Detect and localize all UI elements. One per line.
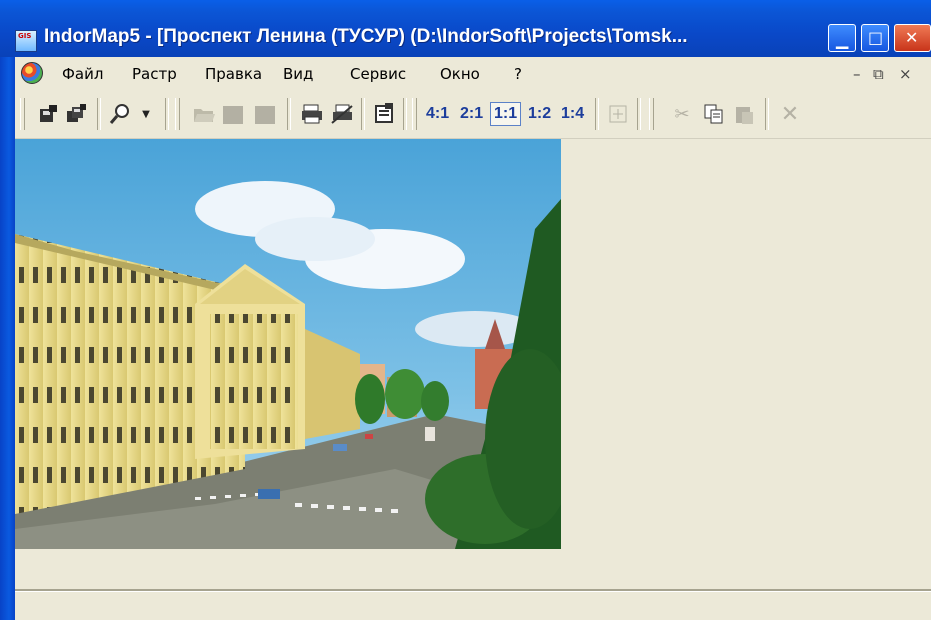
raster-image[interactable] xyxy=(15,139,561,549)
menu-file[interactable]: Файл xyxy=(62,65,103,83)
menu-edit[interactable]: Правка xyxy=(205,65,262,83)
minimize-button[interactable]: ▁ xyxy=(828,24,856,52)
toolbar-separator xyxy=(165,98,169,130)
print-setup-icon[interactable] xyxy=(329,101,355,127)
toolbar-separator xyxy=(637,98,641,130)
toolbar-separator xyxy=(287,98,291,130)
app-icon[interactable]: GIS xyxy=(15,30,37,52)
toolbar-separator xyxy=(595,98,599,130)
cut-icon[interactable]: ✂ xyxy=(669,101,695,127)
maximize-button[interactable]: □ xyxy=(861,24,889,52)
document-area xyxy=(15,139,931,589)
save-layer-icon[interactable] xyxy=(35,101,61,127)
print-icon[interactable] xyxy=(299,101,325,127)
paste-icon[interactable] xyxy=(731,101,757,127)
toolbar-separator xyxy=(97,98,101,130)
menu-bar: Файл Растр Правка Вид Сервис Окно ? – ⧉ … xyxy=(15,57,931,92)
window-title: IndorMap5 - [Проспект Ленина (ТУСУР) (D:… xyxy=(44,26,688,47)
toolbar-grip[interactable] xyxy=(175,98,180,130)
open-folder-icon[interactable] xyxy=(191,101,217,127)
document-icon[interactable] xyxy=(21,62,43,84)
close-icon: ✕ xyxy=(905,28,919,47)
zoom-1-2-button[interactable]: 1:2 xyxy=(525,103,554,125)
mdi-minimize-icon[interactable]: – xyxy=(853,65,861,83)
toolbar-separator xyxy=(765,98,769,130)
menu-raster[interactable]: Растр xyxy=(132,65,177,83)
magnify-icon[interactable] xyxy=(107,101,133,127)
status-bar xyxy=(15,591,931,620)
toolbar-separator xyxy=(403,98,407,130)
properties-icon[interactable] xyxy=(371,101,397,127)
minimize-icon: ▁ xyxy=(836,30,849,49)
fit-window-icon[interactable] xyxy=(605,101,631,127)
menu-service[interactable]: Сервис xyxy=(350,65,406,83)
toolbar-grip[interactable] xyxy=(649,98,654,130)
zoom-4-1-button[interactable]: 4:1 xyxy=(423,103,452,125)
maximize-icon: □ xyxy=(868,28,884,47)
zoom-1-1-button[interactable]: 1:1 xyxy=(490,102,522,126)
mdi-restore-icon[interactable]: ⧉ xyxy=(873,65,884,83)
toolbar-grip[interactable] xyxy=(20,98,25,130)
layer-block-icon[interactable] xyxy=(255,106,275,124)
toolbar: ▼ 4:1 2:1 1:1 1:2 1:4 ✂ ✕ xyxy=(15,92,931,139)
save-all-icon[interactable] xyxy=(63,101,89,127)
toolbar-grip[interactable] xyxy=(412,98,417,130)
menu-window[interactable]: Окно xyxy=(440,65,480,83)
menu-view[interactable]: Вид xyxy=(283,65,313,83)
close-button[interactable]: ✕ xyxy=(894,24,931,52)
window-left-frame xyxy=(0,57,15,620)
zoom-2-1-button[interactable]: 2:1 xyxy=(457,103,486,125)
chevron-down-icon[interactable]: ▼ xyxy=(133,101,159,127)
menu-help[interactable]: ? xyxy=(514,65,522,83)
copy-icon[interactable] xyxy=(701,101,727,127)
toolbar-separator xyxy=(361,98,365,130)
mdi-close-icon[interactable]: × xyxy=(899,65,912,83)
zoom-1-4-button[interactable]: 1:4 xyxy=(558,103,587,125)
layer-block-icon[interactable] xyxy=(223,106,243,124)
title-bar: GIS IndorMap5 - [Проспект Ленина (ТУСУР)… xyxy=(0,0,931,57)
delete-icon[interactable]: ✕ xyxy=(777,101,803,127)
